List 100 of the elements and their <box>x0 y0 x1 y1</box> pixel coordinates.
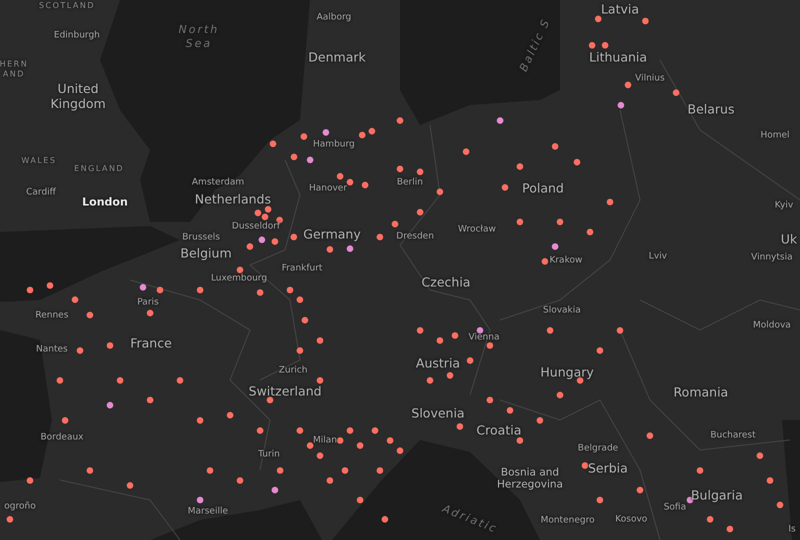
map-pin[interactable] <box>358 132 366 138</box>
map-pin[interactable] <box>86 312 94 318</box>
map-pin[interactable] <box>416 327 424 334</box>
map-pin[interactable] <box>296 427 304 434</box>
map-pin[interactable] <box>574 158 580 166</box>
map-pin[interactable] <box>542 258 548 265</box>
map-pin[interactable] <box>618 102 624 108</box>
map-pin[interactable] <box>346 178 354 186</box>
map-pin[interactable] <box>706 516 714 523</box>
map-pin[interactable] <box>356 442 364 449</box>
map-pin[interactable] <box>106 342 114 349</box>
map-pin[interactable] <box>316 337 324 344</box>
map-pin[interactable] <box>236 477 244 484</box>
map-pin[interactable] <box>726 526 734 532</box>
map-pin[interactable] <box>272 486 278 494</box>
map-pin[interactable] <box>756 452 764 459</box>
map-pin[interactable] <box>286 286 294 294</box>
map-pin[interactable] <box>496 117 504 124</box>
map-pin[interactable] <box>322 129 330 136</box>
map-pin[interactable] <box>396 117 404 124</box>
map-pin[interactable] <box>26 477 34 484</box>
map-pin[interactable] <box>546 327 554 334</box>
map-pin[interactable] <box>396 166 404 172</box>
map-pin[interactable] <box>624 82 632 88</box>
map-pin[interactable] <box>56 377 64 384</box>
map-pin[interactable] <box>326 477 334 484</box>
map-pin[interactable] <box>466 357 474 364</box>
map-pin[interactable] <box>376 467 384 474</box>
map-pin[interactable] <box>368 128 376 134</box>
map-pin[interactable] <box>606 198 614 206</box>
map-pin[interactable] <box>376 234 384 240</box>
map-pin[interactable] <box>486 396 494 404</box>
map-pin[interactable] <box>396 447 404 454</box>
map-pin[interactable] <box>502 184 508 191</box>
map-pin[interactable] <box>346 245 354 252</box>
map-pin[interactable] <box>46 282 54 289</box>
map-pin[interactable] <box>588 42 596 49</box>
map-pin[interactable] <box>436 337 444 344</box>
map-pin[interactable] <box>72 296 78 303</box>
map-pin[interactable] <box>264 206 272 213</box>
map-pin[interactable] <box>456 423 464 430</box>
map-pin[interactable] <box>362 182 368 188</box>
map-pin[interactable] <box>226 412 234 418</box>
map-pin[interactable] <box>146 396 154 404</box>
map-pin[interactable] <box>302 316 308 324</box>
map-pin[interactable] <box>392 220 398 228</box>
map-pin[interactable] <box>452 332 458 339</box>
map-pin[interactable] <box>462 148 470 155</box>
map-pin[interactable] <box>416 208 424 216</box>
map-pin[interactable] <box>766 477 774 484</box>
map-pin[interactable] <box>272 238 278 245</box>
map-pin[interactable] <box>196 496 204 504</box>
map-pin[interactable] <box>642 18 649 24</box>
map-pin[interactable] <box>336 173 344 180</box>
map-pin[interactable] <box>696 467 704 474</box>
map-pin[interactable] <box>276 467 284 474</box>
map-pin[interactable] <box>426 377 434 384</box>
map-pin[interactable] <box>116 377 124 384</box>
map-pin[interactable] <box>446 372 454 379</box>
map-pin[interactable] <box>270 140 276 148</box>
map-pin[interactable] <box>516 437 524 444</box>
map-pin[interactable] <box>776 502 784 508</box>
map-pin[interactable] <box>306 156 314 164</box>
map-pin[interactable] <box>196 286 204 294</box>
map-pin[interactable] <box>556 218 564 226</box>
map-pin[interactable] <box>416 168 424 176</box>
map-pin[interactable] <box>290 154 298 160</box>
map-pin[interactable] <box>602 42 608 49</box>
map-pin[interactable] <box>552 143 558 150</box>
map-pin[interactable] <box>258 236 266 244</box>
map-pin[interactable] <box>356 496 364 504</box>
map-pin[interactable] <box>594 16 602 22</box>
map-pin[interactable] <box>316 377 324 384</box>
map-pin[interactable] <box>536 417 544 424</box>
map-pin[interactable] <box>636 486 644 494</box>
map-pin[interactable] <box>586 228 594 236</box>
map-pin[interactable] <box>62 417 68 424</box>
map-pin[interactable] <box>372 427 378 434</box>
map-pin[interactable] <box>506 407 514 414</box>
map-pin[interactable] <box>256 427 264 434</box>
map-pin[interactable] <box>672 89 680 96</box>
map-pin[interactable] <box>256 289 264 296</box>
map-pin[interactable] <box>386 437 394 444</box>
map-pin[interactable] <box>290 234 298 240</box>
map-pin[interactable] <box>486 342 494 349</box>
map-pin[interactable] <box>582 462 588 469</box>
map-pin[interactable] <box>382 516 388 523</box>
map-pin[interactable] <box>140 284 146 291</box>
map-pin[interactable] <box>516 218 524 226</box>
map-pin[interactable] <box>86 467 94 474</box>
map-pin[interactable] <box>266 396 274 404</box>
map-pin[interactable] <box>646 432 654 439</box>
map-pin[interactable] <box>346 427 354 434</box>
map-pin[interactable] <box>236 266 244 274</box>
map-pin[interactable] <box>246 243 254 250</box>
map-pin[interactable] <box>596 347 604 354</box>
map-pin[interactable] <box>254 210 262 216</box>
map-pin[interactable] <box>300 133 308 140</box>
map-pin[interactable] <box>326 246 334 253</box>
map-pin[interactable] <box>516 163 524 170</box>
